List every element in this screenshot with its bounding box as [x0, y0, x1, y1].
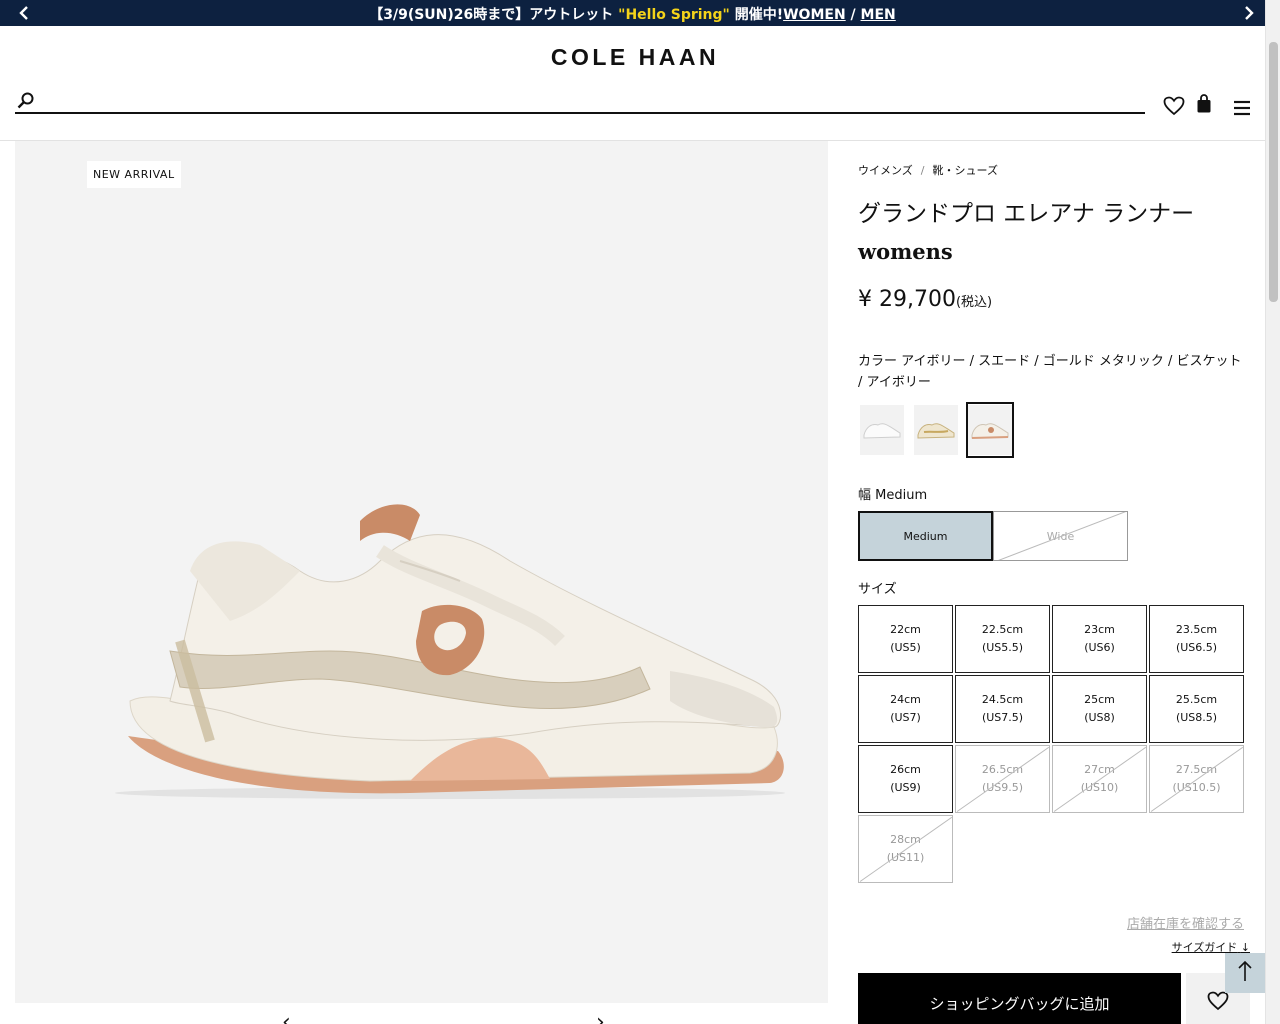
- size-cm: 25.5cm: [1175, 693, 1218, 706]
- size-us: (US11): [886, 851, 925, 864]
- size-us: (US10): [1080, 781, 1119, 794]
- product-image: [115, 504, 785, 799]
- size-cm: 26.5cm: [981, 763, 1024, 776]
- width-label: 幅 Medium: [858, 488, 928, 503]
- size-us: (US8): [1084, 711, 1115, 724]
- swatch-gold[interactable]: [912, 402, 960, 458]
- heart-icon: [1207, 991, 1229, 1015]
- size-cm: 27cm: [1084, 763, 1115, 776]
- breadcrumb-item-womens[interactable]: ウイメンズ: [858, 164, 913, 177]
- search-input[interactable]: [45, 90, 1135, 110]
- promo-divider: /: [845, 7, 861, 23]
- color-label: カラー アイボリー / スエード / ゴールド メタリック / ビスケット / …: [858, 354, 1242, 390]
- promo-middle: 開催中!: [729, 7, 784, 23]
- size-cm: 26cm: [890, 763, 921, 776]
- size-cm: 24cm: [890, 693, 921, 706]
- swatch-ivory-biscuit[interactable]: [966, 402, 1014, 458]
- search-bar[interactable]: [15, 88, 1145, 114]
- size-us: (US8.5): [1175, 711, 1218, 724]
- size-cm: 25cm: [1084, 693, 1115, 706]
- product-name: グランドプロ エレアナ ランナー: [858, 201, 1195, 227]
- size-option[interactable]: 24.5cm (US7.5): [955, 675, 1050, 743]
- width-wide-button[interactable]: Wide: [993, 511, 1128, 561]
- size-grid: 22cm (US5) 22.5cm (US5.5) 23cm (US6) 23.5cm (US…: [858, 605, 1244, 883]
- add-to-bag-button[interactable]: ショッピングバッグに追加: [858, 973, 1181, 1024]
- product-gender: womens: [858, 239, 953, 264]
- size-us: (US7.5): [981, 711, 1024, 724]
- size-cm: 22cm: [890, 623, 921, 636]
- promo-message: 【3/9(SUN)26時まで】アウトレット "Hello Spring" 開催中…: [0, 4, 1265, 24]
- size-option[interactable]: 22.5cm (US5.5): [955, 605, 1050, 673]
- size-us: (US10.5): [1172, 781, 1221, 794]
- promo-men-link[interactable]: MEN: [861, 7, 896, 23]
- breadcrumb-item-shoes[interactable]: 靴・シューズ: [933, 164, 998, 177]
- size-option[interactable]: 28cm (US11): [858, 815, 953, 883]
- size-cm: 24.5cm: [981, 693, 1024, 706]
- size-option[interactable]: 23cm (US6): [1052, 605, 1147, 673]
- store-stock-link[interactable]: 店舗在庫を確認する: [1127, 913, 1244, 932]
- brand-logo[interactable]: COLE HAAN: [540, 44, 730, 71]
- size-us: (US6): [1084, 641, 1115, 654]
- size-option[interactable]: 26.5cm (US9.5): [955, 745, 1050, 813]
- size-us: (US5.5): [981, 641, 1024, 654]
- size-option[interactable]: 27.5cm (US10.5): [1149, 745, 1244, 813]
- bag-icon[interactable]: [1196, 94, 1212, 118]
- menu-icon[interactable]: [1233, 100, 1251, 120]
- price-value: ¥ 29,700: [858, 287, 956, 312]
- arrow-up-icon: [1237, 960, 1253, 986]
- width-medium-button[interactable]: Medium: [858, 511, 993, 561]
- page-scrollbar[interactable]: [1265, 0, 1280, 1024]
- size-us: (US9.5): [981, 781, 1024, 794]
- breadcrumb-separator: /: [920, 164, 925, 177]
- size-option[interactable]: 24cm (US7): [858, 675, 953, 743]
- product-title: グランドプロ エレアナ ランナー womens: [858, 195, 1194, 271]
- price-tax-note: (税込): [955, 295, 993, 310]
- heart-icon[interactable]: [1163, 96, 1185, 120]
- promo-women-link[interactable]: WOMEN: [783, 7, 846, 23]
- new-arrival-badge: NEW ARRIVAL: [87, 161, 181, 188]
- color-swatches: [858, 402, 1014, 458]
- product-gallery[interactable]: NEW ARRIVAL: [15, 141, 828, 1003]
- size-cm: 28cm: [890, 833, 921, 846]
- size-us: (US6.5): [1175, 641, 1218, 654]
- size-option[interactable]: 26cm (US9): [858, 745, 953, 813]
- size-option[interactable]: 22cm (US5): [858, 605, 953, 673]
- back-to-top-button[interactable]: [1225, 953, 1265, 993]
- size-cm: 22.5cm: [981, 623, 1024, 636]
- size-us: (US9): [890, 781, 921, 794]
- gallery-prev-arrow[interactable]: ‹: [282, 1010, 291, 1024]
- promo-prefix: 【3/9(SUN)26時まで】アウトレット: [369, 7, 619, 23]
- search-icon[interactable]: [17, 92, 35, 114]
- promo-bar: 【3/9(SUN)26時まで】アウトレット "Hello Spring" 開催中…: [0, 0, 1265, 26]
- size-option[interactable]: 27cm (US10): [1052, 745, 1147, 813]
- size-cm: 27.5cm: [1175, 763, 1218, 776]
- product-price: ¥ 29,700(税込): [858, 287, 992, 312]
- size-cm: 23.5cm: [1175, 623, 1218, 636]
- size-option[interactable]: 25.5cm (US8.5): [1149, 675, 1244, 743]
- scrollbar-thumb[interactable]: [1269, 42, 1278, 302]
- width-options: Medium Wide: [858, 511, 1128, 561]
- size-us: (US7): [890, 711, 921, 724]
- size-us: (US5): [890, 641, 921, 654]
- gallery-next-arrow[interactable]: ›: [596, 1010, 605, 1024]
- promo-highlight: "Hello Spring": [618, 7, 730, 23]
- size-label: サイズ: [858, 582, 897, 597]
- swatch-white[interactable]: [858, 402, 906, 458]
- promo-next-arrow-icon[interactable]: [1239, 3, 1259, 23]
- breadcrumb: ウイメンズ / 靴・シューズ: [858, 162, 998, 178]
- size-option[interactable]: 25cm (US8): [1052, 675, 1147, 743]
- size-option[interactable]: 23.5cm (US6.5): [1149, 605, 1244, 673]
- size-cm: 23cm: [1084, 623, 1115, 636]
